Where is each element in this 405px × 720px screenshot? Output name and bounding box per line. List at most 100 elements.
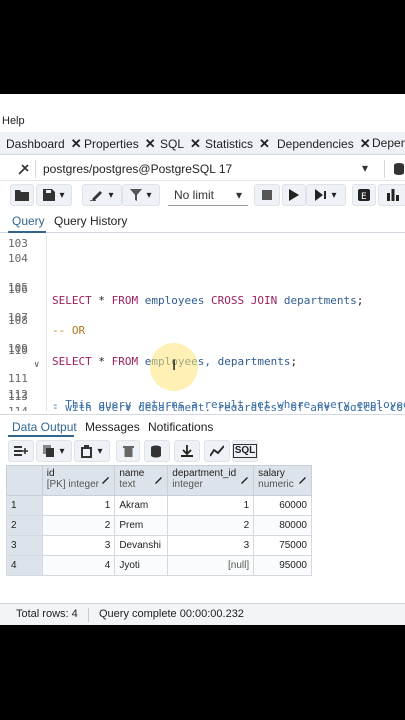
tab-sql[interactable]: SQL ✕ — [160, 136, 201, 152]
delete-button[interactable] — [116, 440, 140, 462]
close-icon[interactable]: ✕ — [259, 136, 270, 151]
cell-salary[interactable]: 95000 — [253, 555, 312, 576]
database-icon[interactable] — [392, 162, 405, 176]
tab-sql-label: SQL — [160, 137, 185, 151]
active-tab-indicator — [8, 231, 46, 233]
connection-plug-icon[interactable] — [16, 161, 32, 177]
table-row[interactable]: 4 4 Jyoti [null] 95000 — [6, 555, 312, 576]
line-number: 106 — [8, 283, 28, 296]
download-button[interactable] — [174, 440, 200, 462]
copy-icon — [43, 445, 55, 457]
chevron-down-icon[interactable]: ▾ — [362, 161, 368, 175]
cell-name[interactable]: Prem — [114, 515, 169, 536]
pencil-icon[interactable] — [240, 475, 249, 484]
chevron-down-icon: ▾ — [331, 189, 337, 201]
text-cursor-icon: I — [172, 358, 177, 374]
sql-editor[interactable]: 103 104 105 SELECT * FROM employees CROS… — [0, 235, 405, 411]
row-number[interactable]: 4 — [6, 555, 43, 576]
close-icon[interactable]: ✕ — [190, 136, 201, 151]
explain-button[interactable]: E — [352, 184, 376, 206]
execute-button[interactable] — [282, 184, 306, 206]
cell-name[interactable]: Akram — [114, 495, 169, 516]
paste-button[interactable]: ▾ — [74, 440, 110, 462]
tab-dependents[interactable]: Depen — [372, 136, 405, 150]
close-icon[interactable]: ✕ — [145, 136, 156, 151]
connection-bar: postgres/postgres@PostgreSQL 17 ▾ — [0, 157, 405, 181]
column-header-salary[interactable]: salary numeric — [253, 465, 312, 496]
editor-line: 104 — [0, 252, 405, 267]
tab-data-output[interactable]: Data Output — [12, 420, 77, 434]
cell-id[interactable]: 3 — [41, 535, 116, 556]
column-header-department-id[interactable]: department_id integer — [167, 465, 255, 496]
tab-dependencies[interactable]: Dependencies ✕ — [277, 136, 371, 152]
results-toolbar: ▾ ▾ SQL — [0, 439, 405, 463]
cell-department-id[interactable]: [null] — [167, 555, 255, 576]
row-number[interactable]: 3 — [6, 535, 43, 556]
editor-line: 114 — [0, 405, 405, 411]
execute-script-button[interactable]: ▾ — [306, 184, 346, 206]
pgadmin-window: Help Dashboard ✕ Properties ✕ SQL ✕ Statist… — [0, 94, 405, 625]
play-icon — [289, 189, 299, 201]
table-row[interactable]: 3 3 Devanshi 3 75000 — [6, 535, 312, 556]
results-grid: id [PK] integer name text department_id … — [6, 465, 312, 576]
chevron-down-icon: ▾ — [59, 445, 65, 457]
line-number: 113 — [8, 390, 28, 403]
tab-statistics[interactable]: Statistics ✕ — [205, 136, 270, 152]
pencil-icon[interactable] — [298, 475, 307, 484]
open-file-button[interactable] — [10, 184, 34, 206]
save-icon — [43, 189, 56, 201]
sql-label: SQL — [232, 444, 258, 458]
pencil-icon[interactable] — [101, 475, 110, 484]
cell-department-id[interactable]: 2 — [167, 515, 255, 536]
close-icon[interactable]: ✕ — [71, 136, 82, 151]
line-number: 108 — [8, 314, 28, 327]
row-number[interactable]: 1 — [6, 495, 43, 516]
cell-department-id[interactable]: 1 — [167, 495, 255, 516]
editor-line: 107 -- OR — [0, 298, 405, 337]
cell-department-id[interactable]: 3 — [167, 535, 255, 556]
cell-id[interactable]: 4 — [41, 555, 116, 576]
tab-query[interactable]: Query — [12, 214, 45, 228]
tab-messages[interactable]: Messages — [85, 420, 140, 434]
cell-salary[interactable]: 60000 — [253, 495, 312, 516]
edit-button[interactable]: ▾ — [82, 184, 122, 206]
tab-properties[interactable]: Properties ✕ — [84, 136, 156, 152]
tab-properties-label: Properties — [84, 137, 139, 151]
cell-name[interactable]: Devanshi — [114, 535, 169, 556]
column-header-id[interactable]: id [PK] integer — [41, 465, 116, 496]
cell-id[interactable]: 1 — [41, 495, 116, 516]
stop-button[interactable] — [254, 184, 280, 206]
table-row[interactable]: 1 1 Akram 1 60000 — [6, 495, 312, 516]
editor-line: 110 — [0, 344, 405, 359]
cell-salary[interactable]: 80000 — [253, 515, 312, 536]
tab-notifications[interactable]: Notifications — [148, 420, 213, 434]
cell-id[interactable]: 2 — [41, 515, 116, 536]
tab-dashboard[interactable]: Dashboard ✕ — [6, 136, 82, 152]
pencil-icon[interactable] — [154, 475, 163, 484]
add-row-button[interactable] — [8, 440, 34, 462]
folder-icon — [15, 190, 29, 201]
tab-query-history[interactable]: Query History — [54, 214, 127, 228]
cell-salary[interactable]: 75000 — [253, 535, 312, 556]
row-limit-select[interactable]: No limit ▾ — [168, 184, 248, 206]
connection-select[interactable]: postgres/postgres@PostgreSQL 17 — [43, 162, 232, 176]
query-tabs: Query Query History — [0, 211, 405, 233]
row-number[interactable]: 2 — [6, 515, 43, 536]
cell-name[interactable]: Jyoti — [114, 555, 169, 576]
save-data-button[interactable] — [144, 440, 170, 462]
close-icon[interactable]: ✕ — [360, 136, 371, 151]
line-number: 114 — [8, 405, 32, 411]
sql-button[interactable]: SQL — [232, 440, 258, 462]
editor-line: 105 SELECT * FROM employees CROSS JOIN d… — [0, 268, 405, 307]
line-number: 110 — [8, 344, 28, 357]
table-row[interactable]: 2 2 Prem 2 80000 — [6, 515, 312, 536]
copy-button[interactable]: ▾ — [36, 440, 72, 462]
column-header-name[interactable]: name text — [114, 465, 169, 496]
chevron-down-icon[interactable]: ∨ — [34, 360, 39, 370]
explain-analyze-button[interactable] — [378, 184, 405, 206]
row-limit-value: No limit — [174, 188, 215, 202]
save-button[interactable]: ▾ — [36, 184, 72, 206]
menu-help[interactable]: Help — [2, 115, 25, 127]
filter-button[interactable]: ▾ — [122, 184, 160, 206]
graph-button[interactable] — [204, 440, 230, 462]
